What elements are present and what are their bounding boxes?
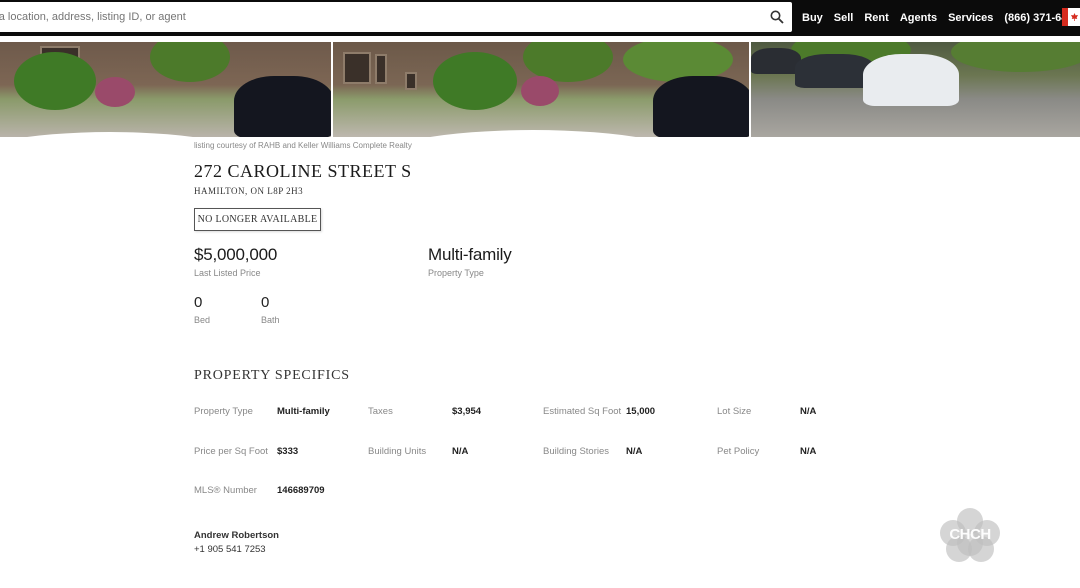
listing-price: $5,000,000 — [194, 245, 278, 264]
spec-value: N/A — [800, 446, 817, 457]
agent-name[interactable]: Andrew Robertson — [194, 530, 279, 541]
price-label: Last Listed Price — [194, 268, 261, 278]
main-nav: Buy Sell Rent Agents Services (866) 371-… — [802, 0, 1080, 36]
spec-label: Taxes — [368, 406, 393, 417]
spec-label: Property Type — [194, 406, 253, 417]
property-specifics-title: PROPERTY SPECIFICS — [194, 368, 350, 383]
spec-label: Estimated Sq Foot — [543, 406, 622, 417]
spec-value: $333 — [277, 446, 299, 457]
nav-rent[interactable]: Rent — [864, 12, 888, 24]
top-navigation-bar: Buy Sell Rent Agents Services (866) 371-… — [0, 0, 1080, 36]
baths-label: Bath — [261, 315, 280, 325]
spec-label: MLS® Number — [194, 485, 257, 496]
search-box — [0, 2, 792, 32]
nav-services[interactable]: Services — [948, 12, 993, 24]
canada-flag-icon[interactable] — [1062, 8, 1080, 26]
photo-gallery[interactable] — [0, 42, 1080, 137]
spec-value: 146689709 — [277, 485, 325, 496]
listing-photo[interactable] — [751, 42, 1080, 137]
agent-phone[interactable]: +1 905 541 7253 — [194, 544, 266, 555]
listing-status-badge: NO LONGER AVAILABLE — [194, 208, 321, 231]
listing-address: 272 CAROLINE STREET S — [194, 161, 412, 181]
spec-label: Pet Policy — [717, 446, 760, 457]
chch-watermark-logo: CHCH — [938, 508, 1002, 564]
property-type-value: Multi-family — [428, 245, 512, 264]
baths-count: 0 — [261, 294, 270, 311]
search-input[interactable] — [0, 2, 760, 32]
property-type-label: Property Type — [428, 268, 484, 278]
nav-agents[interactable]: Agents — [900, 12, 937, 24]
spec-label: Price per Sq Foot — [194, 446, 268, 457]
spec-value: Multi-family — [277, 406, 330, 417]
spec-value: N/A — [626, 446, 643, 457]
spec-value: N/A — [800, 406, 817, 417]
listing-photo[interactable] — [0, 42, 331, 137]
spec-value: 15,000 — [626, 406, 656, 417]
listing-courtesy: listing courtesy of RAHB and Keller Will… — [194, 141, 412, 150]
spec-label: Building Units — [368, 446, 427, 457]
listing-city: HAMILTON, ON L8P 2H3 — [194, 186, 304, 196]
spec-value: N/A — [452, 446, 469, 457]
nav-buy[interactable]: Buy — [802, 12, 823, 24]
nav-sell[interactable]: Sell — [834, 12, 854, 24]
spec-label: Lot Size — [717, 406, 752, 417]
beds-label: Bed — [194, 315, 211, 325]
listing-photo[interactable] — [333, 42, 749, 137]
spec-label: Building Stories — [543, 446, 610, 457]
beds-count: 0 — [194, 294, 203, 311]
spec-value: $3,954 — [452, 406, 482, 417]
watermark-text: CHCH — [949, 526, 991, 543]
search-icon[interactable] — [770, 10, 784, 24]
